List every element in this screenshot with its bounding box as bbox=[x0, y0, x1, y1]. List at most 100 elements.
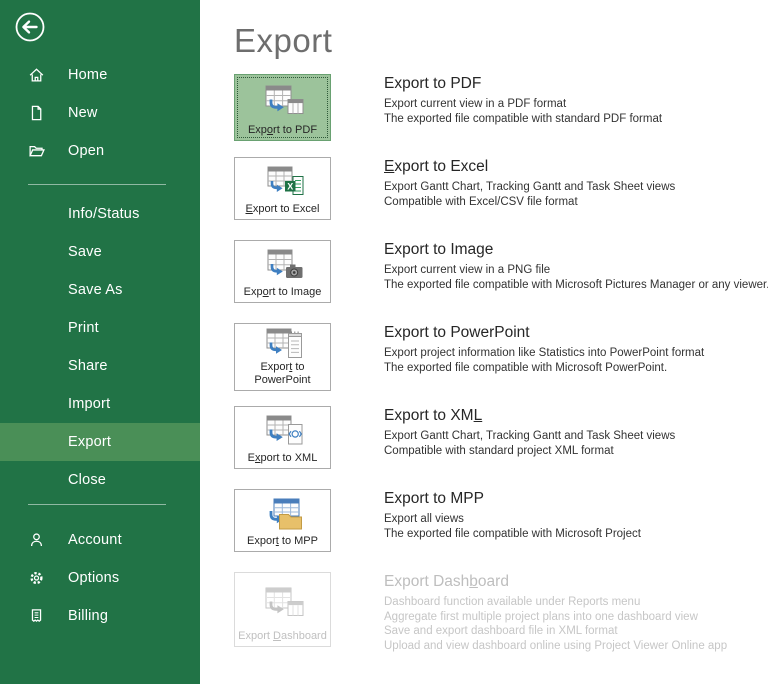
export-to-powerpoint-button[interactable]: Export to PowerPoint bbox=[234, 323, 331, 391]
export-option-row-powerpoint: Export to PowerPoint Export to PowerPoin… bbox=[234, 323, 704, 391]
export-to-excel-button[interactable]: X Export to Excel bbox=[234, 157, 331, 220]
tile-label: Export to PowerPoint bbox=[254, 361, 311, 386]
sidebar-item-label: New bbox=[68, 105, 98, 121]
sidebar-item-label: Import bbox=[68, 396, 111, 412]
sidebar-item-close[interactable]: Close bbox=[0, 461, 200, 499]
svg-text:X: X bbox=[287, 181, 293, 191]
option-heading: Export to MPP bbox=[384, 490, 484, 507]
billing-receipt-icon bbox=[28, 608, 45, 625]
tile-label: Export to MPP bbox=[247, 534, 318, 547]
sidebar-item-share[interactable]: Share bbox=[0, 347, 200, 385]
option-description: Upload and view dashboard online using P… bbox=[384, 639, 728, 652]
option-description: Aggregate first multiple project plans i… bbox=[384, 610, 698, 623]
sidebar-item-label: Save As bbox=[68, 282, 123, 298]
option-description: Export project information like Statisti… bbox=[384, 347, 705, 359]
sidebar-item-info-status[interactable]: Info/Status bbox=[0, 195, 200, 233]
sidebar-item-export[interactable]: Export bbox=[0, 423, 200, 461]
tile-label: Export to XML bbox=[247, 451, 318, 464]
option-description: Export current view in a PDF format bbox=[384, 98, 567, 110]
sidebar-item-save-as[interactable]: Save As bbox=[0, 271, 200, 309]
sidebar-item-new[interactable]: New bbox=[0, 94, 200, 132]
sidebar-item-home[interactable]: Home bbox=[0, 56, 200, 94]
export-dashboard-button[interactable]: Export Dashboard bbox=[234, 572, 331, 647]
sidebar-item-options[interactable]: Options bbox=[0, 559, 200, 597]
option-description: The exported file compatible with standa… bbox=[384, 112, 663, 125]
sidebar-item-label: Close bbox=[68, 472, 107, 488]
export-option-row-mpp: Export to MPP Export to MPP Export all v… bbox=[234, 489, 641, 552]
sidebar-item-label: Account bbox=[68, 532, 122, 548]
export-option-row-image: Export to Image Export to Image Export c… bbox=[234, 240, 768, 303]
page-title: Export bbox=[234, 22, 333, 59]
export-page: Export Export to PDF Export to PDF Expor… bbox=[200, 0, 768, 684]
tile-label: Export to PDF bbox=[247, 123, 318, 136]
backstage-view: Home New Open Info/Status Save Save As P… bbox=[0, 0, 768, 684]
option-text: Export to XML Export Gantt Chart, Tracki… bbox=[384, 406, 675, 458]
export-to-xml-icon bbox=[260, 415, 306, 448]
option-heading: Export to XML bbox=[384, 407, 483, 424]
option-description: The exported file compatible with Micros… bbox=[384, 278, 768, 291]
option-heading: Export to Excel bbox=[384, 158, 489, 175]
option-text: Export to Image Export current view in a… bbox=[384, 240, 768, 292]
option-description: Export all views bbox=[384, 513, 464, 525]
option-description: Export Gantt Chart, Tracking Gantt and T… bbox=[384, 430, 676, 442]
sidebar-item-label: Export bbox=[68, 434, 112, 450]
option-text: Export to PDF Export current view in a P… bbox=[384, 74, 662, 126]
export-option-row-pdf: Export to PDF Export to PDF Export curre… bbox=[234, 74, 662, 141]
sidebar-nav: Home New Open Info/Status Save Save As P… bbox=[0, 56, 200, 635]
export-to-pdf-button[interactable]: Export to PDF bbox=[234, 74, 331, 141]
sidebar-divider bbox=[28, 184, 166, 185]
back-button[interactable] bbox=[13, 10, 47, 44]
option-heading: Export to PowerPoint bbox=[384, 324, 530, 341]
sidebar-item-open[interactable]: Open bbox=[0, 132, 200, 170]
sidebar-item-label: Home bbox=[68, 67, 108, 83]
export-to-mpp-button[interactable]: Export to MPP bbox=[234, 489, 331, 552]
sidebar: Home New Open Info/Status Save Save As P… bbox=[0, 0, 200, 684]
option-description: Export Gantt Chart, Tracking Gantt and T… bbox=[384, 181, 676, 193]
option-text: Export to PowerPoint Export project info… bbox=[384, 323, 704, 375]
back-arrow-icon bbox=[13, 12, 47, 48]
export-to-image-icon bbox=[260, 249, 306, 282]
option-description: Compatible with Excel/CSV file format bbox=[384, 195, 578, 208]
export-to-excel-icon: X bbox=[260, 166, 306, 199]
option-heading: Export Dashboard bbox=[384, 573, 509, 590]
option-text: Export to Excel Export Gantt Chart, Trac… bbox=[384, 157, 675, 209]
export-dashboard-icon bbox=[260, 587, 306, 620]
sidebar-item-label: Share bbox=[68, 358, 108, 374]
sidebar-item-account[interactable]: Account bbox=[0, 521, 200, 559]
tile-label: Export Dashboard bbox=[238, 629, 327, 642]
tile-label: Export to Image bbox=[243, 285, 322, 298]
export-option-row-dashboard: Export Dashboard Export Dashboard Dashbo… bbox=[234, 572, 727, 653]
new-document-icon bbox=[28, 105, 45, 122]
sidebar-divider bbox=[28, 504, 166, 505]
sidebar-item-import[interactable]: Import bbox=[0, 385, 200, 423]
sidebar-item-label: Billing bbox=[68, 608, 109, 624]
option-heading: Export to PDF bbox=[384, 75, 482, 92]
export-option-row-excel: X Export to Excel Export to Excel Export… bbox=[234, 157, 675, 220]
sidebar-item-print[interactable]: Print bbox=[0, 309, 200, 347]
sidebar-item-label: Save bbox=[68, 244, 102, 260]
option-description: Save and export dashboard file in XML fo… bbox=[384, 625, 618, 637]
export-option-row-xml: Export to XML Export to XML Export Gantt… bbox=[234, 406, 675, 469]
option-description: The exported file compatible with Micros… bbox=[384, 361, 668, 374]
sidebar-item-label: Info/Status bbox=[68, 206, 140, 222]
option-description: Dashboard function available under Repor… bbox=[384, 596, 641, 608]
export-to-xml-button[interactable]: Export to XML bbox=[234, 406, 331, 469]
option-description: The exported file compatible with Micros… bbox=[384, 527, 641, 540]
open-folder-icon bbox=[28, 143, 45, 160]
option-description: Compatible with standard project XML for… bbox=[384, 444, 614, 457]
sidebar-item-label: Options bbox=[68, 570, 120, 586]
options-gear-icon bbox=[28, 570, 45, 587]
export-to-image-button[interactable]: Export to Image bbox=[234, 240, 331, 303]
export-to-pdf-icon bbox=[260, 85, 306, 118]
sidebar-item-label: Open bbox=[68, 143, 105, 159]
home-icon bbox=[28, 67, 45, 84]
sidebar-item-save[interactable]: Save bbox=[0, 233, 200, 271]
sidebar-item-label: Print bbox=[68, 320, 99, 336]
account-person-icon bbox=[28, 532, 45, 549]
export-to-mpp-icon bbox=[260, 498, 306, 531]
option-description: Export current view in a PNG file bbox=[384, 264, 551, 276]
option-heading: Export to Image bbox=[384, 241, 494, 258]
option-text: Export to MPP Export all views The expor… bbox=[384, 489, 641, 541]
sidebar-item-billing[interactable]: Billing bbox=[0, 597, 200, 635]
export-to-powerpoint-icon bbox=[260, 328, 306, 361]
